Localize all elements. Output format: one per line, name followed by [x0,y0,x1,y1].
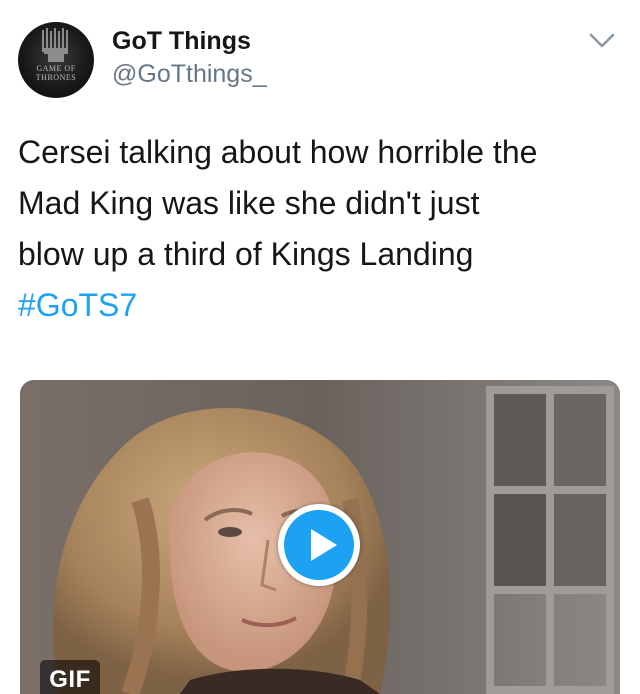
play-icon [284,510,354,580]
tweet-text-line: Cersei talking about how horrible the [18,134,538,170]
chevron-down-icon[interactable] [588,30,616,52]
avatar-logo-text: GAME OF THRONES [35,64,77,82]
display-name[interactable]: GoT Things [112,26,267,56]
tweet-text-line: Mad King was like she didn't just [18,185,480,221]
tweet-text: Cersei talking about how horrible the Ma… [18,127,628,331]
hashtag-link[interactable]: #GoTS7 [18,280,628,331]
iron-throne-icon [42,28,68,62]
play-button[interactable] [278,504,360,586]
user-handle[interactable]: @GoTthings_ [112,58,267,90]
avatar[interactable]: GAME OF THRONES [18,22,94,98]
gif-media[interactable]: GIF [20,380,620,694]
user-names: GoT Things @GoTthings_ [112,26,267,90]
tweet-card[interactable]: GAME OF THRONES GoT Things @GoTthings_ C… [0,0,640,694]
tweet-text-line: blow up a third of Kings Landing [18,236,474,272]
gif-badge: GIF [40,660,100,694]
tweet-header: GAME OF THRONES GoT Things @GoTthings_ [18,22,622,102]
